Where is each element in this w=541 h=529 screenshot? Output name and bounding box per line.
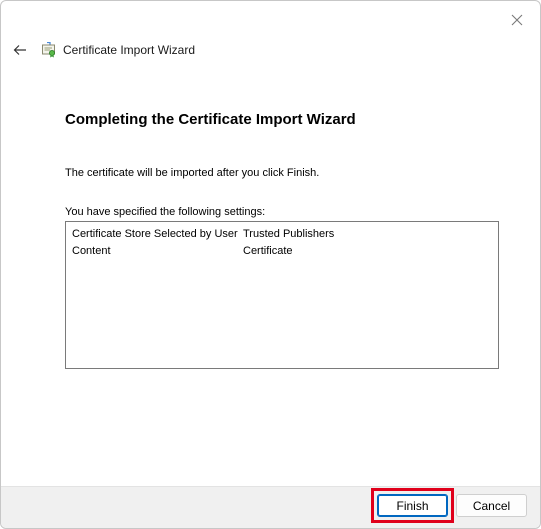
intro-text: The certificate will be imported after y…	[65, 167, 320, 179]
cancel-button[interactable]: Cancel	[456, 494, 527, 517]
settings-value: Trusted Publishers	[243, 228, 335, 240]
settings-row: Certificate Store Selected by User Trust…	[72, 226, 492, 243]
wizard-window: Certificate Import Wizard Completing the…	[0, 0, 541, 529]
settings-key: Certificate Store Selected by User	[72, 228, 238, 240]
close-icon	[511, 14, 523, 26]
settings-list[interactable]: Certificate Store Selected by User Trust…	[65, 221, 499, 369]
wizard-header: Certificate Import Wizard	[11, 38, 195, 62]
settings-key: Content	[72, 245, 111, 257]
settings-label: You have specified the following setting…	[65, 206, 266, 218]
wizard-title: Certificate Import Wizard	[63, 43, 196, 57]
settings-row: Content Certificate	[72, 243, 492, 260]
back-arrow-icon	[13, 45, 26, 55]
settings-value: Certificate	[243, 245, 293, 257]
finish-button[interactable]: Finish	[377, 494, 448, 517]
page-heading: Completing the Certificate Import Wizard	[65, 111, 356, 128]
certificate-icon	[41, 42, 57, 58]
close-button[interactable]	[506, 9, 528, 31]
back-button[interactable]	[11, 41, 29, 59]
